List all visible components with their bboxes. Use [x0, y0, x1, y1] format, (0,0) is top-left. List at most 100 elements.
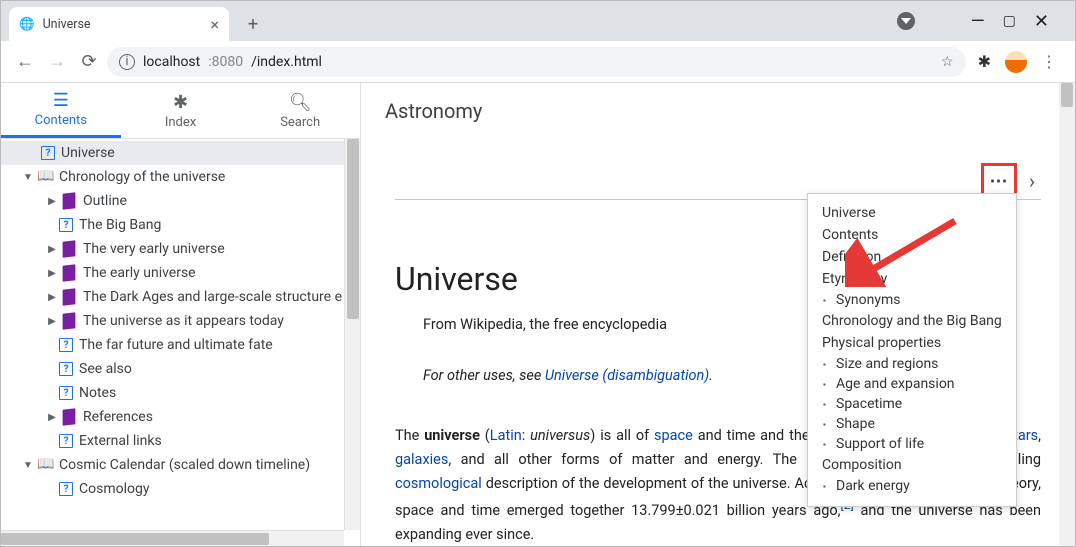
tree-item-bigbang[interactable]: ?The Big Bang — [1, 213, 360, 237]
menu-item-etymology[interactable]: Etymology — [822, 268, 1002, 290]
toc-dropdown-menu: Universe Contents Definition Etymology S… — [807, 193, 1017, 507]
tree-item-cosmic-calendar[interactable]: ▼📖Cosmic Calendar (scaled down timeline) — [1, 453, 360, 477]
asterisk-icon: ✱ — [173, 92, 188, 113]
tree-item-universe[interactable]: ?Universe — [1, 141, 360, 165]
expand-icon[interactable]: ▶ — [45, 316, 59, 327]
menu-item-age[interactable]: Age and expansion — [822, 374, 1002, 394]
globe-icon: 🌐 — [19, 17, 35, 32]
sidebar-scrollbar-vertical[interactable] — [344, 139, 360, 530]
menu-item-universe[interactable]: Universe — [822, 202, 1002, 224]
list-icon: ☰ — [53, 90, 69, 111]
tree-item-today[interactable]: ▶The universe as it appears today — [1, 309, 360, 333]
page-icon: ? — [59, 482, 73, 496]
browser-tab[interactable]: 🌐 Universe × — [9, 7, 229, 41]
url-port: :8080 — [208, 54, 243, 70]
tree-item-far-future[interactable]: ?The far future and ultimate fate — [1, 333, 360, 357]
forward-icon[interactable]: → — [43, 51, 71, 72]
tree-item-see-also[interactable]: ?See also — [1, 357, 360, 381]
main-content: Astronomy ⋯ › Universe From Wikipedia, t… — [361, 83, 1075, 546]
search-icon: 🔍︎ — [289, 92, 312, 113]
menu-item-spacetime[interactable]: Spacetime — [822, 394, 1002, 414]
profile-avatar-icon[interactable] — [1005, 51, 1027, 73]
menu-item-chronology[interactable]: Chronology and the Big Bang — [822, 310, 1002, 332]
url-host: localhost — [143, 54, 200, 70]
tree-item-notes[interactable]: ?Notes — [1, 381, 360, 405]
chrome-account-icon[interactable] — [897, 12, 915, 30]
page-icon: ? — [59, 338, 73, 352]
browser-toolbar: ← → ⟳ i localhost :8080/index.html ☆ ✱ ⋮ — [1, 41, 1075, 83]
book-icon — [63, 408, 76, 425]
sidebar-scrollbar-horizontal[interactable] — [1, 530, 344, 546]
toc-tree: ?Universe ▼📖Chronology of the universe ▶… — [1, 139, 360, 503]
tree-item-chronology[interactable]: ▼📖Chronology of the universe — [1, 165, 360, 189]
close-tab-icon[interactable]: × — [210, 15, 219, 34]
tree-item-very-early[interactable]: ▶The very early universe — [1, 237, 360, 261]
expand-icon[interactable]: ▶ — [45, 292, 59, 303]
page-icon: ? — [59, 362, 73, 376]
latin-link[interactable]: Latin — [490, 427, 522, 444]
menu-item-shape[interactable]: Shape — [822, 414, 1002, 434]
menu-item-physical[interactable]: Physical properties — [822, 332, 1002, 354]
url-path: /index.html — [251, 54, 322, 70]
extensions-icon[interactable]: ✱ — [978, 52, 991, 71]
back-icon[interactable]: ← — [11, 51, 39, 72]
tab-search[interactable]: 🔍︎ Search — [240, 83, 360, 138]
expand-icon[interactable]: ▶ — [45, 268, 59, 279]
book-open-icon: 📖 — [37, 457, 53, 473]
collapse-icon[interactable]: ▼ — [21, 172, 35, 183]
menu-item-size[interactable]: Size and regions — [822, 354, 1002, 374]
expand-icon[interactable]: ▶ — [45, 244, 59, 255]
dots-icon: ⋯ — [989, 171, 1008, 192]
page-icon: ? — [41, 146, 55, 160]
menu-item-contents[interactable]: Contents — [822, 224, 1002, 246]
tree-item-cosmology[interactable]: ?Cosmology — [1, 477, 360, 501]
page-icon: ? — [59, 386, 73, 400]
tab-index-label: Index — [165, 115, 196, 130]
expand-icon[interactable]: ▶ — [45, 412, 59, 423]
tree-item-outline[interactable]: ▶Outline — [1, 189, 360, 213]
next-page-icon[interactable]: › — [1029, 169, 1035, 193]
menu-item-composition[interactable]: Composition — [822, 454, 1002, 476]
close-window-icon[interactable]: ✕ — [1034, 11, 1049, 32]
menu-item-definition[interactable]: Definition — [822, 246, 1002, 268]
book-icon — [63, 192, 76, 209]
tab-title: Universe — [43, 17, 91, 32]
page-icon: ? — [59, 434, 73, 448]
bookmark-icon[interactable]: ☆ — [941, 54, 954, 70]
book-icon — [63, 312, 76, 329]
address-bar[interactable]: i localhost :8080/index.html ☆ — [107, 47, 966, 77]
minimize-icon[interactable]: — — [971, 11, 985, 32]
maximize-icon[interactable]: ▢ — [1003, 13, 1016, 29]
disambiguation-link[interactable]: Universe (disambiguation) — [545, 367, 709, 384]
sidebar: ☰ Contents ✱ Index 🔍︎ Search ?Universe ▼… — [1, 83, 361, 546]
new-tab-button[interactable]: + — [239, 10, 267, 38]
menu-item-synonyms[interactable]: Synonyms — [822, 290, 1002, 310]
page-icon: ? — [59, 218, 73, 232]
tab-contents-label: Contents — [35, 113, 87, 128]
tree-item-external[interactable]: ?External links — [1, 429, 360, 453]
cosmological-link[interactable]: cosmological — [395, 475, 482, 492]
tree-item-references[interactable]: ▶References — [1, 405, 360, 429]
book-icon — [63, 240, 76, 257]
book-icon — [63, 288, 76, 305]
expand-icon[interactable]: ▶ — [45, 196, 59, 207]
tree-item-early[interactable]: ▶The early universe — [1, 261, 360, 285]
galaxies-link[interactable]: galaxies — [395, 451, 448, 468]
browser-titlebar: 🌐 Universe × + — ▢ ✕ — [1, 1, 1075, 41]
menu-item-support[interactable]: Support of life — [822, 434, 1002, 454]
collapse-icon[interactable]: ▼ — [21, 460, 35, 471]
main-scrollbar[interactable] — [1059, 83, 1075, 546]
kebab-menu-icon[interactable]: ⋮ — [1041, 52, 1057, 71]
info-icon[interactable]: i — [119, 54, 135, 70]
space-link[interactable]: space — [654, 427, 693, 444]
tab-contents[interactable]: ☰ Contents — [1, 83, 121, 138]
tab-index[interactable]: ✱ Index — [121, 83, 241, 138]
window-controls: — ▢ ✕ — [971, 1, 1069, 41]
reload-icon[interactable]: ⟳ — [75, 51, 103, 72]
book-open-icon: 📖 — [37, 169, 53, 185]
tree-item-dark-ages[interactable]: ▶The Dark Ages and large-scale structure… — [1, 285, 360, 309]
menu-item-dark-energy[interactable]: Dark energy — [822, 476, 1002, 496]
book-icon — [63, 264, 76, 281]
breadcrumb: Astronomy — [361, 83, 1075, 139]
tab-search-label: Search — [280, 115, 320, 130]
